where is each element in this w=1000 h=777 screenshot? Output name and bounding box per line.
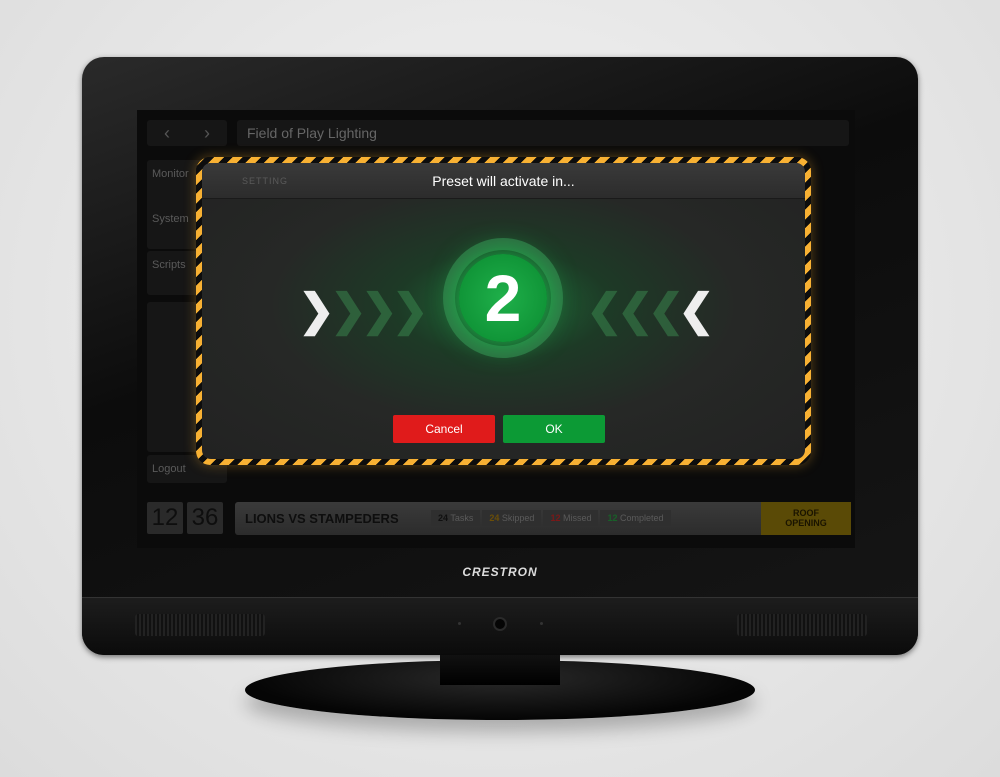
chevron-trail-icon: ❮❮❮ (586, 286, 685, 335)
dialog-header: SETTING Preset will activate in... (202, 163, 805, 199)
dialog-title: Preset will activate in... (432, 173, 575, 189)
cancel-button[interactable]: Cancel (393, 415, 495, 443)
monitor-stand-neck (440, 655, 560, 685)
nav-buttons: ‹ › (147, 120, 227, 146)
roof-label-1: ROOF (793, 508, 819, 518)
stats: 24 Tasks 24 Skipped 12 Missed 12 Complet… (431, 510, 671, 526)
stat-skipped: 24 Skipped (482, 510, 542, 526)
stat-count: 24 (438, 513, 449, 523)
stat-missed: 12 Missed (543, 510, 599, 526)
stat-tasks: 24 Tasks (431, 510, 481, 526)
stat-count: 24 (489, 513, 500, 523)
stat-label: Missed (562, 513, 592, 523)
page-title: Field of Play Lighting (237, 120, 849, 146)
speaker-grill-left (135, 614, 265, 636)
sidebar-label: Scripts (152, 259, 186, 271)
stat-completed: 12 Completed (600, 510, 671, 526)
clock-minutes: 36 (187, 502, 223, 534)
stat-label: Skipped (501, 513, 535, 523)
brand-logo: CRESTRON (462, 565, 538, 579)
stat-label: Tasks (450, 513, 474, 523)
roof-opening-button[interactable]: ROOF OPENING (761, 502, 851, 535)
indicator-dot (458, 622, 461, 625)
ok-button[interactable]: OK (503, 415, 605, 443)
countdown-number: 2 (459, 254, 547, 342)
sidebar-label: Monitor (152, 168, 189, 180)
chevron-trail-icon: ❯❯❯ (330, 286, 429, 335)
indicator-dot (540, 622, 543, 625)
event-name: LIONS VS STAMPEDERS (245, 511, 399, 526)
back-button[interactable]: ‹ (147, 120, 187, 146)
chevron-left-icon: ❮ (678, 286, 715, 335)
status-bar: LIONS VS STAMPEDERS 24 Tasks 24 Skipped … (235, 502, 851, 535)
stat-count: 12 (550, 513, 561, 523)
forward-button[interactable]: › (187, 120, 227, 146)
logout-label: Logout (152, 463, 186, 475)
clock-hours: 12 (147, 502, 183, 534)
sidebar-label: System (152, 213, 189, 225)
roof-label-2: OPENING (785, 518, 827, 528)
ghost-label: SETTING (242, 176, 289, 186)
countdown-dialog: SETTING Preset will activate in... ❯ ❯❯❯… (196, 157, 811, 465)
camera-icon (493, 617, 507, 631)
stat-label: Completed (620, 513, 664, 523)
speaker-grill-right (737, 614, 867, 636)
stat-count: 12 (607, 513, 618, 523)
